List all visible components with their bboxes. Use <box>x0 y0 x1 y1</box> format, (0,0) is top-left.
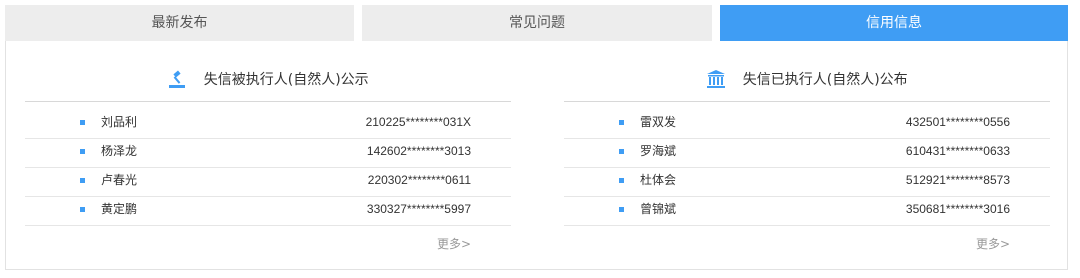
section-header: 失信已执行人(自然人)公布 <box>564 69 1050 101</box>
list-item[interactable]: 杨泽龙 142602********3013 <box>25 139 511 168</box>
person-name: 刘品利 <box>101 115 138 129</box>
list-item[interactable]: 雷双发 432501********0556 <box>564 110 1050 139</box>
masked-id-number: 350681********3016 <box>905 202 1010 216</box>
masked-id-number: 330327********5997 <box>366 202 471 216</box>
list-item[interactable]: 杜体会 512921********8573 <box>564 168 1050 197</box>
masked-id-number: 432501********0556 <box>905 115 1010 129</box>
list-item[interactable]: 刘品利 210225********031X <box>25 110 511 139</box>
divider <box>564 101 1050 102</box>
person-list: 雷双发 432501********0556 罗海斌 610431*******… <box>564 110 1050 226</box>
masked-id-number: 142602********3013 <box>366 144 471 158</box>
bullet <box>619 120 624 125</box>
bullet <box>80 149 85 154</box>
bullet <box>619 149 624 154</box>
masked-id-number: 512921********8573 <box>905 173 1010 187</box>
list-item[interactable]: 曾锦斌 350681********3016 <box>564 197 1050 226</box>
bullet <box>80 207 85 212</box>
masked-id-number: 210225********031X <box>365 115 471 129</box>
bullet <box>80 178 85 183</box>
list-item[interactable]: 卢春光 220302********0611 <box>25 168 511 197</box>
divider <box>25 101 511 102</box>
person-name: 卢春光 <box>101 173 138 187</box>
person-name: 杜体会 <box>640 173 677 187</box>
bullet <box>80 120 85 125</box>
section-title: 失信被执行人(自然人)公示 <box>203 72 369 88</box>
person-name: 黄定鹏 <box>101 202 138 216</box>
person-name: 雷双发 <box>640 115 677 129</box>
section-title: 失信已执行人(自然人)公布 <box>742 72 908 88</box>
gavel-icon <box>169 70 186 88</box>
more-link[interactable]: 更多> <box>976 235 1010 252</box>
credit-info-panel: 失信被执行人(自然人)公示 刘品利 210225********031X 杨泽龙… <box>5 41 1068 270</box>
section-header: 失信被执行人(自然人)公示 <box>25 69 511 101</box>
dishonest-executed-persons-section: 失信被执行人(自然人)公示 刘品利 210225********031X 杨泽龙… <box>25 41 511 270</box>
courthouse-icon <box>707 70 726 88</box>
tab-bar: 最新发布 常见问题 信用信息 <box>5 5 1068 41</box>
list-item[interactable]: 黄定鹏 330327********5997 <box>25 197 511 226</box>
person-name: 杨泽龙 <box>101 144 138 158</box>
masked-id-number: 610431********0633 <box>905 144 1010 158</box>
masked-id-number: 220302********0611 <box>367 173 471 187</box>
more-link[interactable]: 更多> <box>437 235 471 252</box>
list-item[interactable]: 罗海斌 610431********0633 <box>564 139 1050 168</box>
dishonest-enforced-persons-section: 失信已执行人(自然人)公布 雷双发 432501********0556 罗海斌… <box>564 41 1050 270</box>
tab-credit-info[interactable]: 信用信息 <box>720 5 1068 41</box>
bullet <box>619 207 624 212</box>
person-name: 曾锦斌 <box>640 202 677 216</box>
person-name: 罗海斌 <box>640 144 677 158</box>
tab-latest-releases[interactable]: 最新发布 <box>5 5 354 41</box>
person-list: 刘品利 210225********031X 杨泽龙 142602*******… <box>25 110 511 226</box>
tab-faq[interactable]: 常见问题 <box>362 5 712 41</box>
bullet <box>619 178 624 183</box>
